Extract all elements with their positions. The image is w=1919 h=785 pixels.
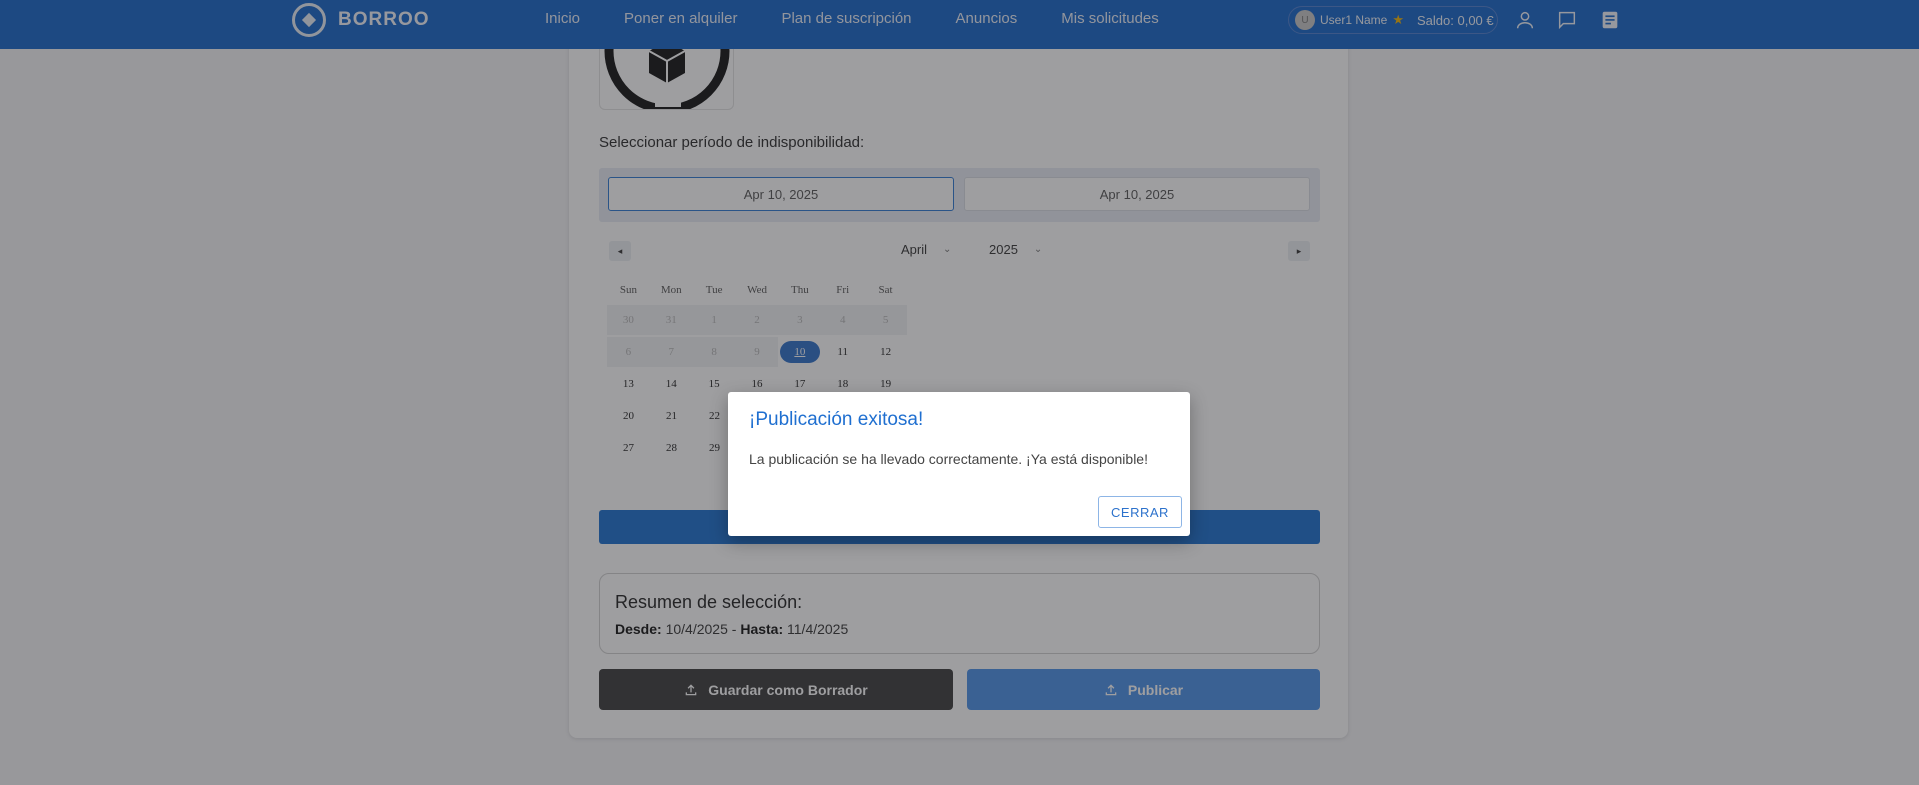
success-dialog: ¡Publicación exitosa! La publicación se … — [728, 392, 1190, 536]
dialog-message: La publicación se ha llevado correctamen… — [749, 451, 1148, 467]
close-dialog-button[interactable]: CERRAR — [1098, 496, 1182, 528]
dialog-title: ¡Publicación exitosa! — [749, 409, 924, 430]
